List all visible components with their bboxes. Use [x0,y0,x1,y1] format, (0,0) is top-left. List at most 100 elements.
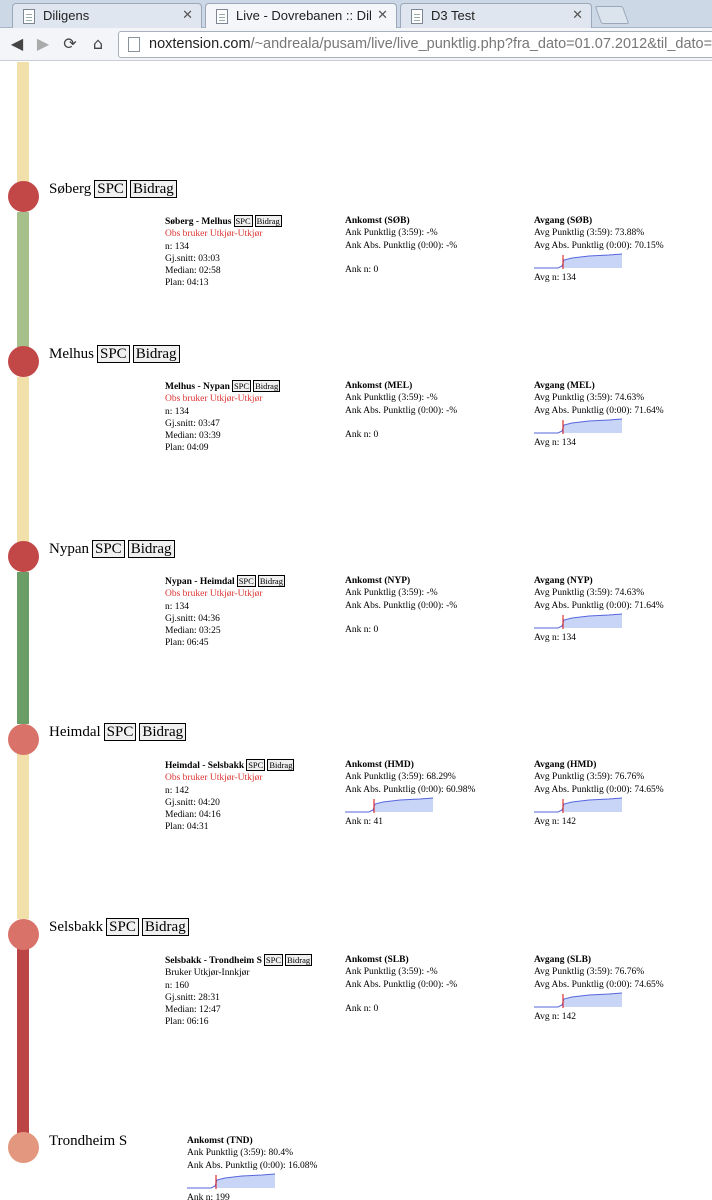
departure-title: Avgang (MEL) [534,381,595,391]
arrival-title: Ankomst (TND) [187,1136,253,1146]
track-segment [17,212,29,349]
spc-button[interactable]: SPC [92,540,125,558]
punctuality-sparkline [534,992,623,1008]
spc-button[interactable]: SPC [263,954,284,966]
station-name: Heimdal [49,724,101,740]
segment-note: Obs bruker Utkjør-Utkjør [165,773,263,784]
departure-abs-punctual: Avg Abs. Punktlig (0:00): 71.64% [534,600,664,611]
departure-title: Avgang (HMD) [534,760,597,770]
segment-median: Median: 04:16 [165,810,221,821]
station-row: Melhus SPC Bidrag [49,345,180,363]
arrival-stats: Ankomst (TND) Ank Punktlig (3:59): 80.4%… [187,1135,317,1200]
segment-average: Gj.snitt: 28:31 [165,992,220,1003]
segment-note: Bruker Utkjør-Innkjør [165,968,250,979]
forward-arrow-icon[interactable]: ▶ [33,34,53,54]
bidrag-button[interactable]: Bidrag [127,540,175,558]
station-row: Søberg SPC Bidrag [49,180,177,198]
close-icon[interactable]: ✕ [377,7,388,23]
station-marker[interactable] [8,181,39,212]
departure-n: Avg n: 142 [534,816,577,827]
segment-title: Nypan - Heimdal [165,577,235,587]
departure-abs-punctual: Avg Abs. Punktlig (0:00): 74.65% [534,784,664,795]
bidrag-button[interactable]: Bidrag [139,723,187,741]
spc-button[interactable]: SPC [97,345,130,363]
tab-live-dovrebanen[interactable]: Live - Dovrebanen :: Dil ✕ [205,3,397,29]
station-name: Søberg [49,181,92,197]
spc-button[interactable]: SPC [231,380,252,392]
segment-average: Gj.snitt: 03:47 [165,418,220,429]
segment-title: Selsbakk - Trondheim S [165,956,262,966]
punctuality-sparkline [534,797,623,813]
segment-median: Median: 12:47 [165,1005,221,1016]
spc-button[interactable]: SPC [106,918,139,936]
home-icon[interactable]: ⌂ [88,34,108,54]
station-name: Selsbakk [49,919,104,935]
arrival-stats: Ankomst (HMD) Ank Punktlig (3:59): 68.29… [345,759,475,828]
departure-n: Avg n: 134 [534,632,577,643]
spc-button[interactable]: SPC [103,723,137,741]
spc-button[interactable]: SPC [236,575,256,587]
close-icon[interactable]: ✕ [182,7,193,23]
arrival-punctual: Ank Punktlig (3:59): 68.29% [345,772,456,783]
track-segment [17,62,29,182]
bidrag-button[interactable]: Bidrag [129,180,177,198]
arrival-title: Ankomst (HMD) [345,760,414,770]
station-marker[interactable] [8,919,39,950]
station-row: Heimdal SPC Bidrag [49,723,187,741]
new-tab-button[interactable] [594,6,630,24]
punctuality-sparkline [187,1173,276,1189]
segment-median: Median: 02:58 [165,266,221,277]
bidrag-button[interactable]: Bidrag [267,759,295,771]
punctuality-sparkline [534,253,623,269]
arrival-title: Ankomst (SØB) [345,216,410,226]
arrival-n: Ank n: 0 [345,624,379,635]
station-marker[interactable] [8,541,39,572]
segment-plan: Plan: 04:13 [165,278,209,289]
page-content: Søberg SPC Bidrag Melhus SPC Bidrag Nypan SPC… [0,62,712,1200]
arrival-n: Ank n: 0 [345,1003,379,1014]
station-marker[interactable] [8,1132,39,1163]
segment-average: Gj.snitt: 04:36 [165,613,220,624]
segment-n: n: 134 [165,406,190,417]
arrival-abs-punctual: Ank Abs. Punktlig (0:00): -% [345,405,458,416]
station-marker[interactable] [8,346,39,377]
arrival-title: Ankomst (MEL) [345,381,413,391]
track-segment [17,377,29,545]
departure-stats: Avgang (SØB) Avg Punktlig (3:59): 73.88%… [534,215,664,284]
segment-info: Heimdal - Selsbakk SPC Bidrag Obs bruker U… [165,759,295,834]
bidrag-button[interactable]: Bidrag [141,918,189,936]
segment-info: Selsbakk - Trondheim S SPC Bidrag Bruker U… [165,954,313,1029]
punctuality-sparkline [345,797,434,813]
arrival-punctual: Ank Punktlig (3:59): -% [345,393,438,404]
arrival-stats: Ankomst (NYP) Ank Punktlig (3:59): -% An… [345,575,457,636]
departure-abs-punctual: Avg Abs. Punktlig (0:00): 71.64% [534,405,664,416]
arrival-abs-punctual: Ank Abs. Punktlig (0:00): -% [345,979,458,990]
page-icon [411,9,423,24]
bidrag-button[interactable]: Bidrag [132,345,180,363]
station-marker[interactable] [8,724,39,755]
bidrag-button[interactable]: Bidrag [254,215,282,227]
bidrag-button[interactable]: Bidrag [285,954,313,966]
arrival-abs-punctual: Ank Abs. Punktlig (0:00): -% [345,240,458,251]
tab-label: D3 Test [431,8,475,23]
segment-plan: Plan: 06:45 [165,638,209,649]
bidrag-button[interactable]: Bidrag [257,575,285,587]
segment-n: n: 142 [165,785,190,796]
tab-d3-test[interactable]: D3 Test ✕ [400,3,592,28]
segment-title: Heimdal - Selsbakk [165,761,245,771]
url-host: noxtension.com [149,36,251,52]
departure-abs-punctual: Avg Abs. Punktlig (0:00): 70.15% [534,240,664,251]
reload-icon[interactable]: ⟳ [60,34,80,54]
arrival-n: Ank n: 0 [345,429,379,440]
departure-stats: Avgang (HMD) Avg Punktlig (3:59): 76.76%… [534,759,664,828]
arrival-title: Ankomst (NYP) [345,576,411,586]
spc-button[interactable]: SPC [94,180,127,198]
back-arrow-icon[interactable]: ◀ [7,34,27,54]
spc-button[interactable]: SPC [246,759,266,771]
close-icon[interactable]: ✕ [572,7,583,23]
tab-diligens[interactable]: Diligens ✕ [12,3,202,28]
bidrag-button[interactable]: Bidrag [253,380,281,392]
address-bar[interactable]: noxtension.com/~andreala/pusam/live/live… [118,31,712,58]
spc-button[interactable]: SPC [233,215,253,227]
track-segment [17,947,29,1135]
